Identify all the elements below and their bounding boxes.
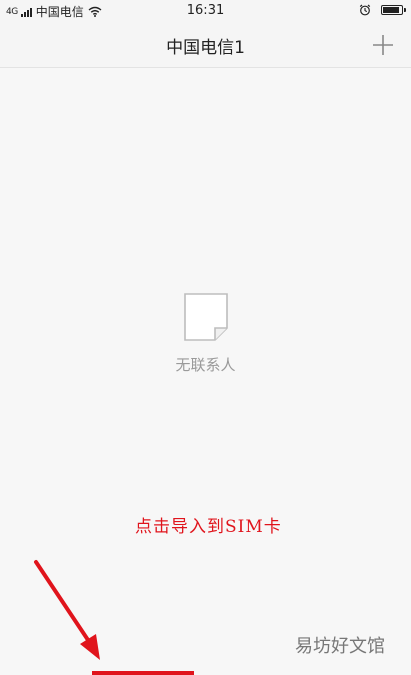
status-bar: 4G 中国电信 16:31 xyxy=(0,0,411,22)
blank-document-icon xyxy=(183,293,228,341)
page-title: 中国电信1 xyxy=(166,38,245,58)
add-contact-button[interactable] xyxy=(371,33,395,57)
empty-state-text: 无联系人 xyxy=(175,356,236,374)
empty-state: 无联系人 xyxy=(0,292,411,375)
clock-time: 16:31 xyxy=(186,3,225,18)
alarm-clock-icon xyxy=(359,4,371,16)
plus-icon xyxy=(373,35,393,55)
watermark: 易坊好文馆 xyxy=(295,636,385,657)
status-right xyxy=(359,4,406,16)
title-bar: 中国电信1 xyxy=(0,22,411,68)
battery-icon xyxy=(381,5,406,15)
import-to-sim-highlight[interactable] xyxy=(92,671,194,675)
instruction-annotation: 点击导入到SIM卡 xyxy=(135,517,282,537)
red-arrow-icon xyxy=(34,560,100,660)
